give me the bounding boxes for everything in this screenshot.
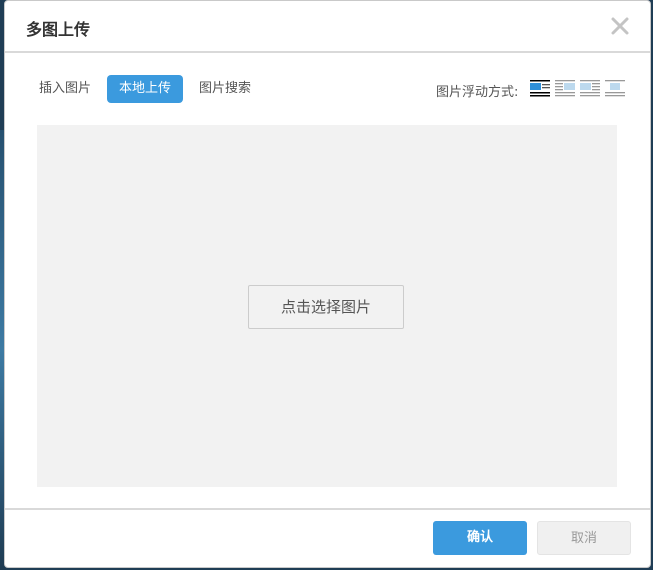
float-left-icon[interactable] (555, 79, 575, 97)
dialog-title: 多图上传 (26, 20, 91, 39)
tab-image-search[interactable]: 图片搜索 (187, 75, 263, 103)
multi-image-upload-dialog: 多图上传 插入图片 本地上传 图片搜索 图片浮动方式: 点击选择图片 确认 取消 (4, 0, 651, 568)
float-right-icon[interactable] (580, 79, 600, 97)
float-none-icon[interactable] (530, 79, 550, 97)
footer-divider (5, 508, 650, 510)
confirm-button[interactable]: 确认 (433, 521, 527, 555)
float-center-icon[interactable] (605, 79, 625, 97)
upload-drop-area[interactable]: 点击选择图片 (37, 125, 617, 487)
close-icon[interactable] (610, 16, 630, 36)
dialog-header: 多图上传 (5, 1, 650, 53)
select-image-button[interactable]: 点击选择图片 (248, 285, 404, 329)
cancel-button[interactable]: 取消 (537, 521, 631, 555)
tab-insert-image[interactable]: 插入图片 (27, 75, 103, 103)
tab-local-upload[interactable]: 本地上传 (107, 75, 184, 103)
float-mode-label: 图片浮动方式: (436, 85, 519, 100)
